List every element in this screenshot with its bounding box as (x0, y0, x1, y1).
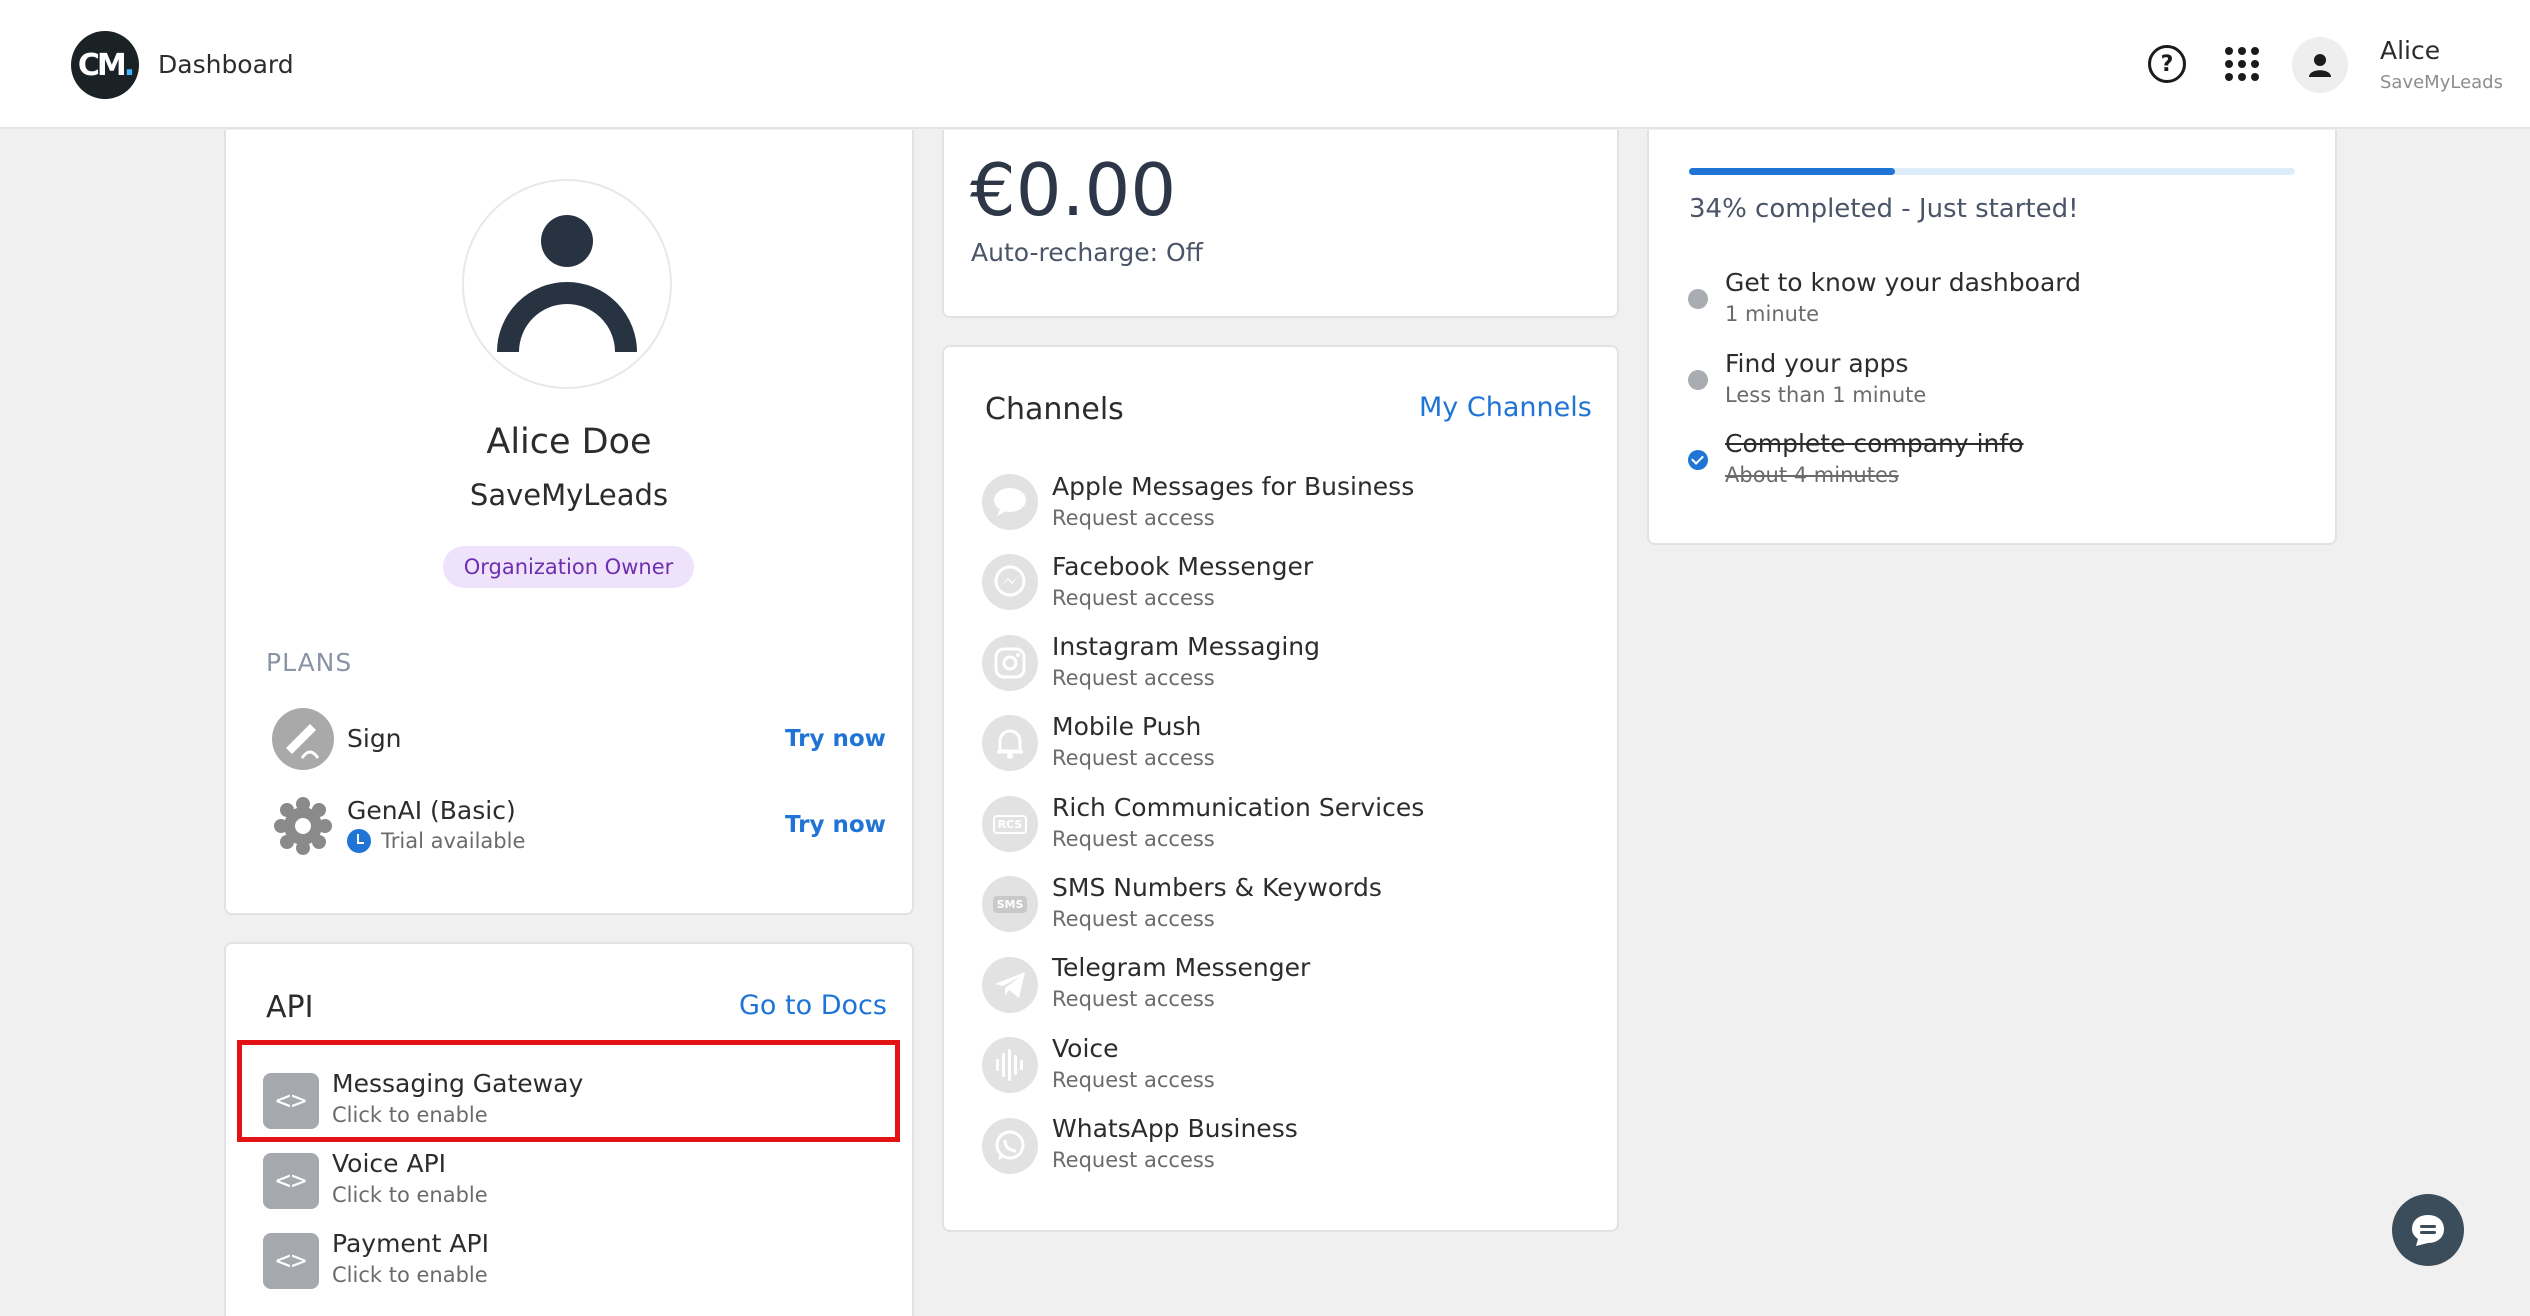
channels-title: Channels (985, 392, 1124, 427)
channel-sub[interactable]: Request access (1052, 1068, 1215, 1092)
code-icon: <> (263, 1233, 319, 1289)
channel-title[interactable]: Telegram Messenger (1052, 953, 1310, 982)
profile-org: SaveMyLeads (469, 478, 669, 512)
genai-icon (272, 795, 334, 857)
channel-title[interactable]: Apple Messages for Business (1052, 472, 1414, 501)
user-avatar-button[interactable] (2292, 37, 2348, 93)
balance-amount: €0.00 (970, 148, 1177, 232)
go-to-docs-link[interactable]: Go to Docs (739, 990, 887, 1021)
chat-bubble-icon (2412, 1215, 2444, 1246)
user-name[interactable]: Alice (2380, 36, 2440, 65)
top-bar: CM. Dashboard ? Alice SaveMyLeads (0, 0, 2530, 129)
messenger-icon (982, 554, 1038, 610)
cm-logo[interactable]: CM. (71, 31, 139, 99)
telegram-icon (982, 957, 1038, 1013)
app-title[interactable]: Dashboard (158, 50, 294, 79)
channel-title[interactable]: Mobile Push (1052, 712, 1201, 741)
apps-button[interactable] (2218, 40, 2266, 88)
code-icon: <> (263, 1153, 319, 1209)
my-channels-link[interactable]: My Channels (1419, 392, 1592, 423)
step-title[interactable]: Get to know your dashboard (1725, 268, 2081, 297)
check-icon (1688, 450, 1708, 470)
channel-title[interactable]: WhatsApp Business (1052, 1114, 1298, 1143)
channel-sub[interactable]: Request access (1052, 586, 1215, 610)
api-item-sub: Click to enable (332, 1263, 488, 1287)
step-status-dot (1688, 370, 1708, 390)
plan-sub-genai: Trial available (347, 829, 525, 853)
try-now-sign-link[interactable]: Try now (785, 726, 886, 752)
logo-dot: . (123, 47, 136, 83)
rcs-icon-text: RCS (992, 814, 1028, 834)
plan-title-genai: GenAI (Basic) (347, 796, 516, 825)
api-title: API (266, 990, 314, 1025)
clock-icon (347, 829, 371, 853)
channel-sub[interactable]: Request access (1052, 987, 1215, 1011)
role-badge: Organization Owner (443, 546, 694, 588)
auto-recharge-status[interactable]: Auto-recharge: Off (971, 238, 1203, 267)
sign-icon (272, 708, 334, 770)
step-sub: Less than 1 minute (1725, 383, 1927, 407)
instagram-icon (982, 635, 1038, 691)
channel-sub[interactable]: Request access (1052, 1148, 1215, 1172)
whatsapp-icon (982, 1118, 1038, 1174)
channel-title[interactable]: Voice (1052, 1034, 1119, 1063)
api-item-title[interactable]: Voice API (332, 1149, 446, 1178)
step-title[interactable]: Complete company info (1725, 429, 2024, 458)
try-now-genai-link[interactable]: Try now (785, 812, 886, 838)
apple-messages-icon (982, 474, 1038, 530)
channel-sub[interactable]: Request access (1052, 746, 1215, 770)
channel-sub[interactable]: Request access (1052, 666, 1215, 690)
logo-text: CM (77, 47, 127, 83)
step-title[interactable]: Find your apps (1725, 349, 1908, 378)
sms-icon: SMS (982, 876, 1038, 932)
plan-title-sign: Sign (347, 724, 402, 753)
step-sub: 1 minute (1725, 302, 1820, 326)
channel-title[interactable]: Instagram Messaging (1052, 632, 1320, 661)
step-sub: About 4 minutes (1725, 463, 1899, 487)
rcs-icon: RCS (982, 796, 1038, 852)
progress-bar (1689, 168, 2295, 175)
person-icon (497, 215, 637, 353)
progress-text: 34% completed - Just started! (1689, 194, 2079, 224)
apps-grid-icon (2225, 47, 2259, 81)
chat-button[interactable] (2392, 1194, 2464, 1266)
channel-title[interactable]: SMS Numbers & Keywords (1052, 873, 1382, 902)
trial-available-text: Trial available (381, 829, 526, 853)
progress-fill (1689, 168, 1896, 175)
api-item-title[interactable]: Payment API (332, 1229, 489, 1258)
help-icon: ? (2148, 45, 2186, 83)
channel-sub[interactable]: Request access (1052, 506, 1215, 530)
profile-name: Alice Doe (486, 422, 652, 462)
user-icon (2309, 54, 2331, 77)
channel-title[interactable]: Facebook Messenger (1052, 552, 1313, 581)
messaging-gateway-highlight[interactable] (237, 1040, 900, 1142)
step-status-dot (1688, 289, 1708, 309)
sms-icon-text: SMS (992, 895, 1028, 913)
api-item-sub: Click to enable (332, 1183, 488, 1207)
channel-sub[interactable]: Request access (1052, 907, 1215, 931)
plans-label: PLANS (266, 648, 353, 677)
bell-icon (982, 715, 1038, 771)
profile-avatar (462, 179, 672, 389)
voice-wave-icon (982, 1037, 1038, 1093)
help-button[interactable]: ? (2143, 40, 2191, 88)
channel-title[interactable]: Rich Communication Services (1052, 793, 1424, 822)
user-org: SaveMyLeads (2380, 72, 2503, 93)
channel-sub[interactable]: Request access (1052, 827, 1215, 851)
